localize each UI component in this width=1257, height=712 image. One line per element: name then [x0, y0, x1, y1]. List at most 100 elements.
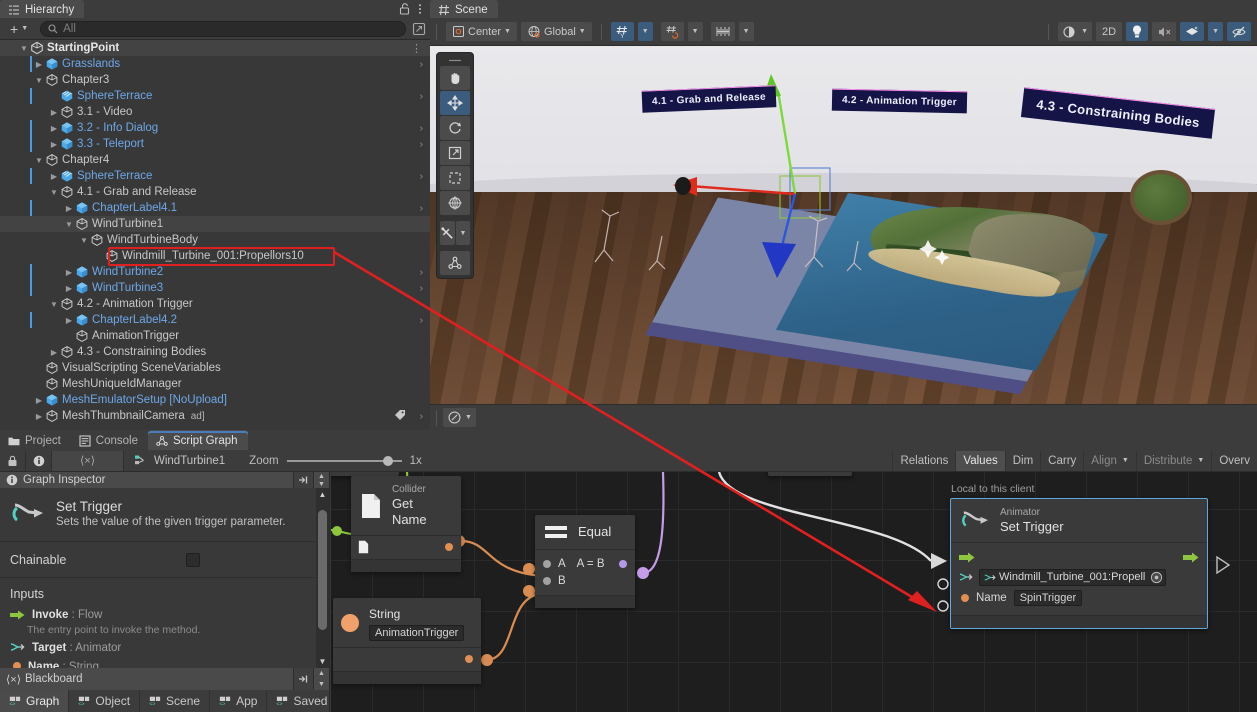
stepper-up[interactable]: ▲ [313, 472, 329, 480]
component-tools-button[interactable] [440, 251, 470, 275]
move-tool-button[interactable] [440, 91, 470, 115]
scene-viewport[interactable]: 4.1 - Grab and Release 4.2 - Animation T… [430, 46, 1257, 430]
grid-axis-button[interactable]: Y [611, 22, 634, 41]
row-submenu-chevron[interactable]: › [420, 139, 423, 150]
scrollbar-thumb[interactable] [318, 510, 327, 630]
node-set-trigger-target-field[interactable]: Windmill_Turbine_001:Propell [979, 569, 1166, 586]
hierarchy-row-3-1-video[interactable]: ▶3.1 - Video [0, 104, 430, 120]
node-equal-output-port[interactable] [619, 560, 627, 568]
offscreen-node-top[interactable] [768, 472, 852, 476]
expand-arrow[interactable]: ▶ [33, 60, 45, 69]
row-kebab-menu[interactable]: ⋮ [411, 42, 422, 55]
chainable-checkbox[interactable] [186, 553, 200, 567]
collapse-arrow[interactable]: ▼ [63, 220, 75, 229]
hierarchy-row-4-2-animation-trigger[interactable]: ▼4.2 - Animation Trigger [0, 296, 430, 312]
node-equal[interactable]: Equal A A = B B [535, 515, 635, 608]
add-gameobject-button[interactable]: + ▼ [4, 20, 34, 37]
inspector-scrollbar[interactable]: ▲ ▼ [316, 488, 329, 668]
expand-arrow[interactable]: ▶ [63, 284, 75, 293]
graph-button-relations[interactable]: Relations [892, 451, 955, 471]
row-submenu-chevron[interactable]: › [420, 91, 423, 102]
graph-button-overv[interactable]: Overv [1211, 451, 1257, 471]
graph-button-values[interactable]: Values [955, 451, 1004, 471]
blackboard-tab-saved[interactable]: <>Saved [267, 690, 337, 712]
collapse-arrow[interactable]: ▼ [33, 156, 45, 165]
snap-increment-button[interactable] [661, 22, 684, 41]
graph-button-dim[interactable]: Dim [1005, 451, 1040, 471]
expand-arrow[interactable]: ▶ [48, 108, 60, 117]
hierarchy-row-chapter4[interactable]: ▼Chapter4 [0, 152, 430, 168]
hierarchy-row-4-1-grab-and-release[interactable]: ▼4.1 - Grab and Release [0, 184, 430, 200]
animator-port-icon[interactable] [959, 571, 973, 583]
graph-info-button[interactable] [26, 451, 52, 471]
lock-open-icon[interactable] [399, 3, 410, 15]
chainable-row[interactable]: Chainable [0, 542, 315, 578]
scale-tool-button[interactable] [440, 141, 470, 165]
node-set-trigger-name-port[interactable] [961, 594, 969, 602]
expand-arrow[interactable]: ▶ [63, 268, 75, 277]
row-submenu-chevron[interactable]: › [420, 59, 423, 70]
inspector-collapse-button[interactable] [293, 472, 313, 488]
collapse-arrow[interactable]: ▼ [48, 188, 60, 197]
expand-arrow[interactable]: ▶ [33, 396, 45, 405]
tag-icon[interactable] [394, 409, 406, 424]
hierarchy-row-windturbinebody[interactable]: ▼WindTurbineBody [0, 232, 430, 248]
collapse-arrow[interactable]: ▼ [48, 300, 60, 309]
tab-console[interactable]: Console [71, 430, 148, 450]
audio-toggle-button[interactable] [1152, 22, 1176, 41]
hierarchy-row-meshemulatorsetup-noupload[interactable]: ▶MeshEmulatorSetup [NoUpload] [0, 392, 430, 408]
collapse-arrow[interactable]: ▼ [18, 44, 30, 53]
hierarchy-row-grasslands[interactable]: ▶Grasslands› [0, 56, 430, 72]
node-string-output-port[interactable] [465, 655, 473, 663]
row-submenu-chevron[interactable]: › [420, 171, 423, 182]
lighting-toggle-button[interactable] [1126, 22, 1148, 41]
node-set-trigger-name-value[interactable]: SpinTrigger [1014, 590, 1082, 606]
pivot-mode-button[interactable]: Center ▼ [446, 22, 517, 41]
hierarchy-row-animationtrigger[interactable]: AnimationTrigger [0, 328, 430, 344]
open-in-new-icon[interactable] [412, 22, 426, 36]
hierarchy-tree[interactable]: ▼StartingPoint⋮▶Grasslands›▼Chapter3Sphe… [0, 40, 430, 430]
hierarchy-row-startingpoint[interactable]: ▼StartingPoint⋮ [0, 40, 430, 56]
scroll-down-arrow[interactable]: ▼ [319, 655, 327, 668]
row-submenu-chevron[interactable]: › [420, 283, 423, 294]
collapse-arrow[interactable]: ▼ [33, 76, 45, 85]
grid-ruler-button[interactable] [711, 22, 735, 41]
tab-scene[interactable]: Scene [430, 0, 498, 18]
hierarchy-row-chapterlabel4-1[interactable]: ▶ChapterLabel4.1› [0, 200, 430, 216]
node-set-trigger[interactable]: Animator Set Trigger [950, 498, 1208, 629]
expand-arrow[interactable]: ▶ [48, 124, 60, 133]
row-submenu-chevron[interactable]: › [420, 267, 423, 278]
gizmos-visibility-button[interactable]: ▼ [443, 408, 476, 427]
zoom-knob[interactable] [383, 456, 393, 466]
handle-space-button[interactable]: Global ▼ [521, 22, 592, 41]
node-get-name-output-port[interactable] [445, 543, 453, 551]
inspector-resize-stepper[interactable]: ▲ ▼ [313, 472, 329, 488]
stepper-up[interactable]: ▲ [313, 668, 329, 679]
hand-tool-button[interactable] [440, 66, 470, 90]
expand-arrow[interactable]: ▶ [48, 348, 60, 357]
rotate-tool-button[interactable] [440, 116, 470, 140]
graph-breadcrumb[interactable]: WindTurbine1 [124, 454, 235, 467]
hierarchy-row-3-3-teleport[interactable]: ▶3.3 - Teleport› [0, 136, 430, 152]
node-string-literal[interactable]: String AnimationTrigger [333, 598, 481, 684]
hierarchy-row-3-2-info-dialog[interactable]: ▶3.2 - Info Dialog› [0, 120, 430, 136]
hierarchy-row-windturbine1[interactable]: ▼WindTurbine1 [0, 216, 430, 232]
graph-button-carry[interactable]: Carry [1040, 451, 1083, 471]
expand-arrow[interactable]: ▶ [48, 140, 60, 149]
row-submenu-chevron[interactable]: › [420, 203, 423, 214]
tab-script-graph[interactable]: Script Graph [148, 430, 248, 450]
hierarchy-row-windturbine2[interactable]: ▶WindTurbine2› [0, 264, 430, 280]
snap-dropdown[interactable]: ▼ [688, 22, 703, 41]
node-get-name[interactable]: Collider Get Name [351, 476, 461, 572]
graph-button-align[interactable]: Align▼ [1083, 451, 1136, 471]
expand-arrow[interactable]: ▶ [63, 316, 75, 325]
hierarchy-row-sphereterrace[interactable]: SphereTerrace› [0, 88, 430, 104]
transform-tool-button[interactable] [440, 191, 470, 215]
kebab-menu-icon[interactable] [418, 3, 422, 15]
effects-dropdown[interactable]: ▼ [1208, 22, 1223, 41]
blackboard-resize-stepper[interactable]: ▲ ▼ [313, 668, 329, 690]
grid-axis-dropdown[interactable]: ▼ [638, 22, 653, 41]
expand-arrow[interactable]: ▶ [33, 412, 45, 421]
zoom-slider[interactable] [287, 455, 402, 467]
effects-toggle-button[interactable] [1180, 22, 1204, 41]
